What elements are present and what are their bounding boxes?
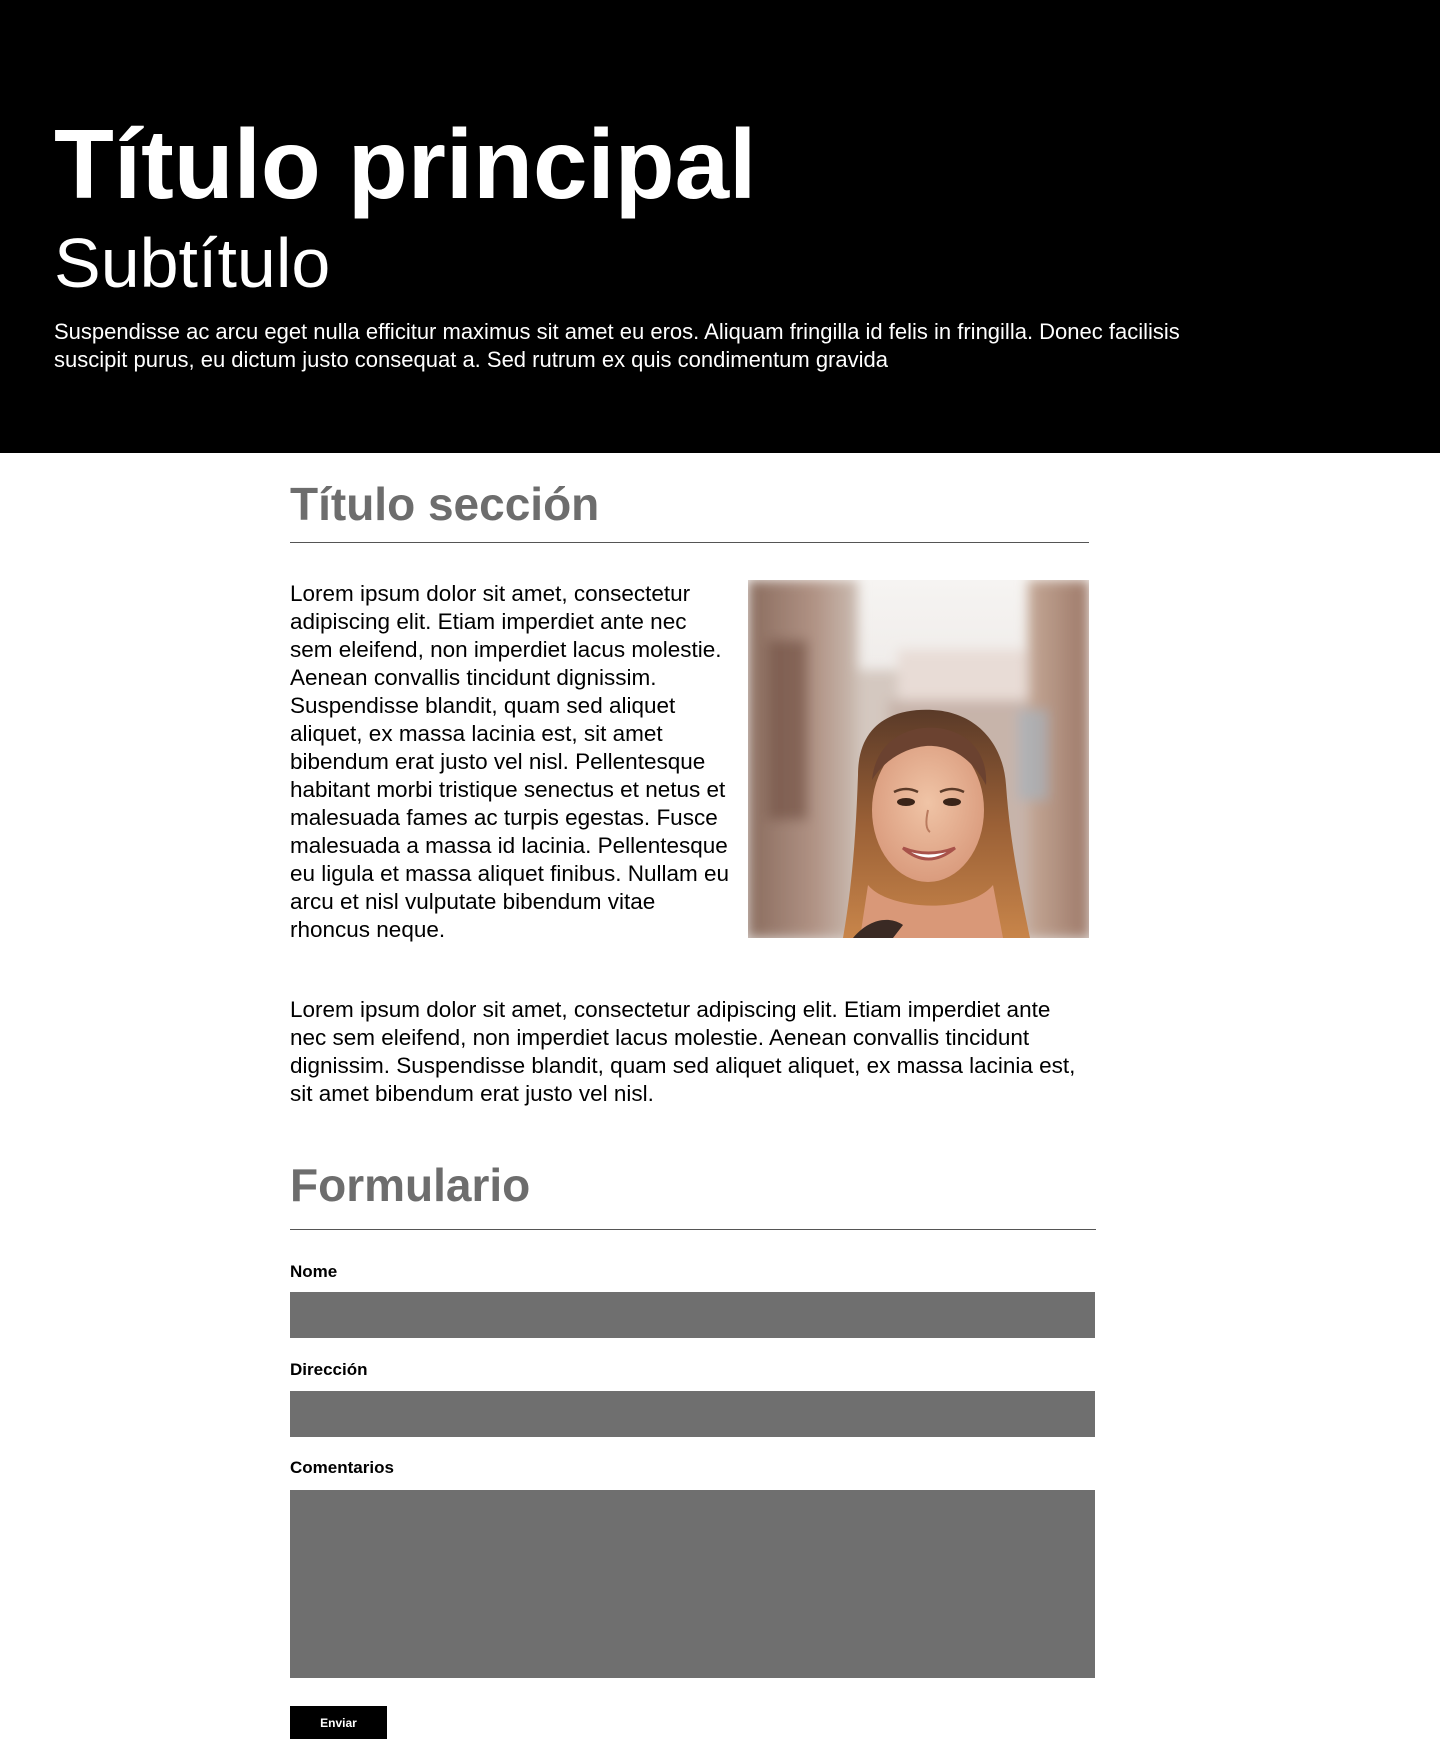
form-title: Formulario [290, 1159, 531, 1211]
hero-description: Suspendisse ac arcu eget nulla efficitur… [54, 319, 1180, 372]
section-paragraph-1: Lorem ipsum dolor sit amet, consectetur … [290, 581, 729, 942]
comments-label: Comentarios [290, 1458, 394, 1477]
comments-textarea[interactable] [290, 1490, 1095, 1678]
hero-header: Título principal Subtítulo Suspendisse a… [0, 0, 1440, 453]
submit-button[interactable]: Enviar [290, 1706, 387, 1739]
portrait-photo [748, 580, 1089, 938]
section-divider [290, 542, 1089, 543]
name-input[interactable] [290, 1292, 1095, 1338]
address-input[interactable] [290, 1391, 1095, 1437]
form-divider [290, 1229, 1096, 1230]
section-paragraph-2: Lorem ipsum dolor sit amet, consectetur … [290, 997, 1076, 1106]
address-label: Dirección [290, 1360, 368, 1379]
page-subtitle: Subtítulo [54, 224, 331, 302]
page-title: Título principal [54, 109, 757, 219]
section-title: Título sección [290, 478, 600, 530]
name-label: Nome [290, 1262, 338, 1281]
